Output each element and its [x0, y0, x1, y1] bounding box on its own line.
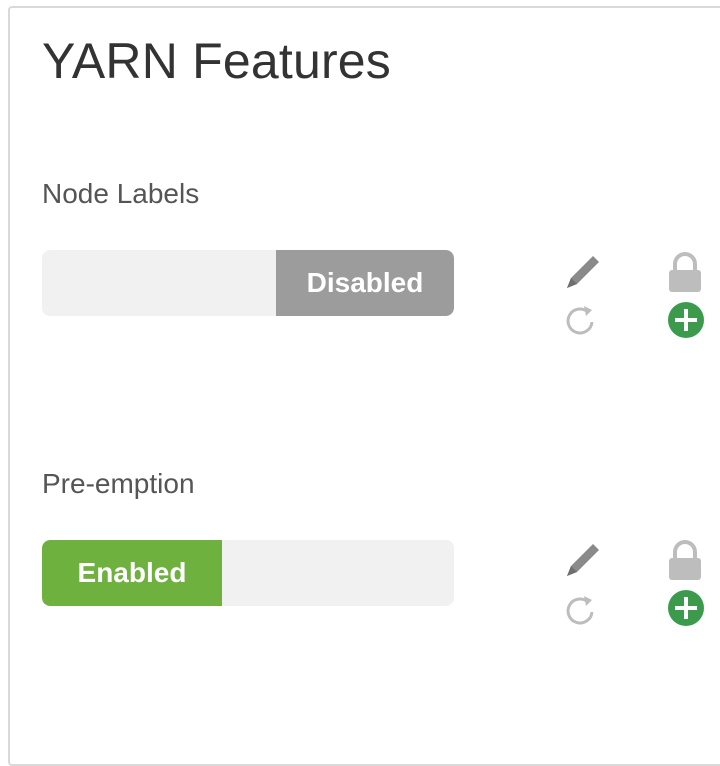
pre-emption-toggle[interactable]: Enabled: [42, 540, 454, 606]
pencil-icon[interactable]: [561, 538, 605, 582]
refresh-icon[interactable]: [558, 300, 602, 344]
pre-emption-label: Pre-emption: [42, 468, 195, 499]
plus-circle-icon[interactable]: [664, 586, 708, 630]
node-labels-toggle[interactable]: Disabled: [42, 250, 454, 316]
yarn-features-panel: [8, 6, 720, 766]
lock-icon[interactable]: [663, 538, 707, 582]
pre-emption-toggle-state[interactable]: Enabled: [42, 540, 222, 606]
node-labels-toggle-state[interactable]: Disabled: [276, 250, 454, 316]
refresh-icon[interactable]: [558, 590, 602, 634]
panel-title: YARN Features: [42, 33, 392, 89]
node-labels-label: Node Labels: [42, 178, 200, 209]
lock-icon[interactable]: [663, 250, 707, 294]
plus-circle-icon[interactable]: [664, 298, 708, 342]
pencil-icon[interactable]: [561, 250, 605, 294]
